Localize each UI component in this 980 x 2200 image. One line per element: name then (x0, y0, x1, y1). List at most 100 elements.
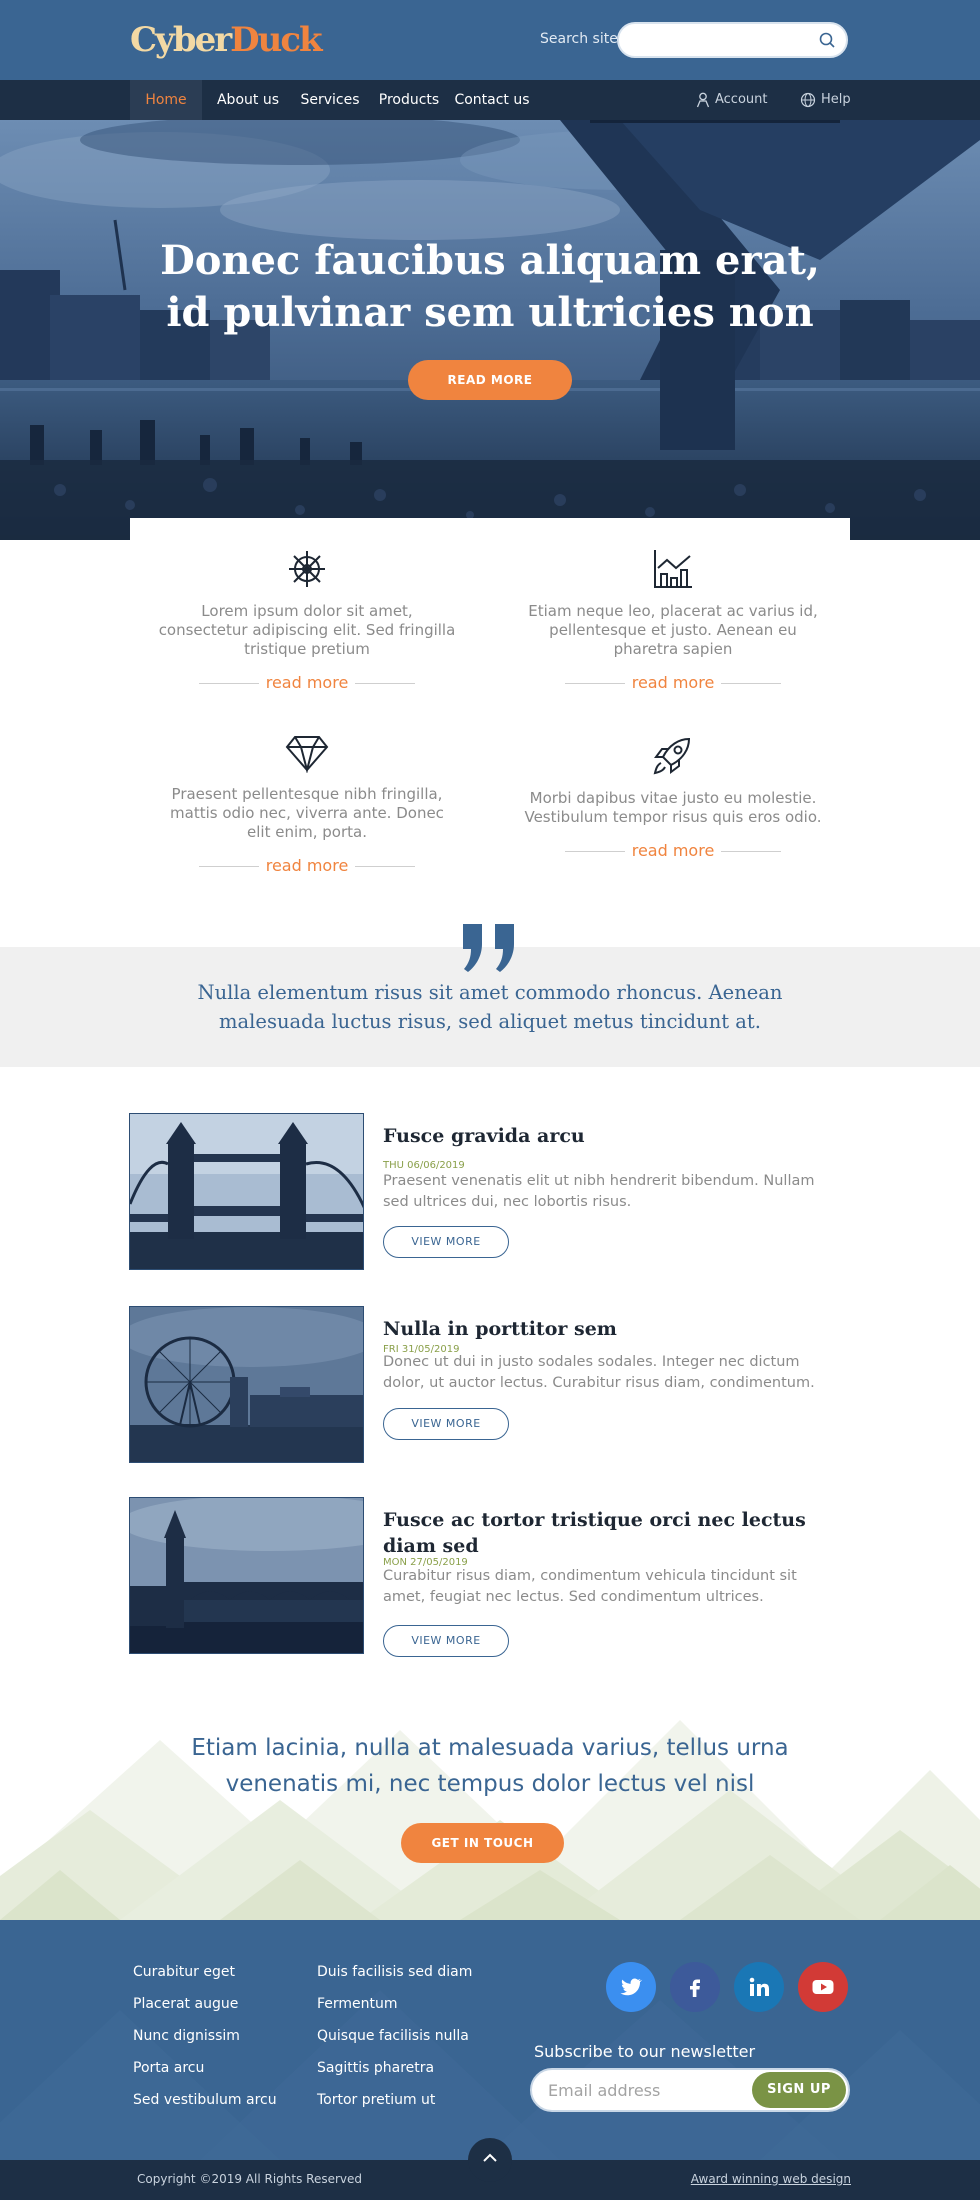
footer-link[interactable]: Porta arcu (133, 2060, 204, 2076)
back-to-top-button[interactable] (468, 2138, 512, 2182)
youtube-icon (812, 1980, 834, 1994)
view-more-button[interactable]: VIEW MORE (383, 1408, 509, 1440)
article-image[interactable] (129, 1497, 364, 1654)
twitter-icon (620, 1978, 643, 1996)
top-header: CyberDuck Search site (0, 0, 980, 80)
linkedin-button[interactable] (734, 1962, 784, 2012)
footer-link[interactable]: Duis facilisis sed diam (317, 1964, 472, 1980)
logo-part-cyber: Cyber (130, 20, 232, 60)
user-icon (696, 92, 710, 107)
footer-link[interactable]: Placerat augue (133, 1996, 238, 2012)
feature-card: Etiam neque leo, placerat ac varius id, … (523, 548, 823, 693)
read-more-row: read more (157, 856, 457, 876)
facebook-button[interactable] (670, 1962, 720, 2012)
search-icon[interactable] (818, 31, 836, 49)
youtube-button[interactable] (798, 1962, 848, 2012)
chevron-up-icon (483, 2153, 497, 2162)
divider (565, 683, 625, 684)
newsletter-form: SIGN UP (530, 2068, 850, 2112)
diamond-icon (285, 736, 329, 773)
quote-icon (463, 924, 514, 972)
article-image[interactable] (129, 1113, 364, 1270)
search-input[interactable] (633, 24, 823, 56)
feature-card: Morbi dapibus vitae justo eu molestie. V… (523, 733, 823, 861)
article-card: Nulla in porttitor sem FRI 31/05/2019 Do… (129, 1306, 849, 1466)
globe-icon (800, 92, 816, 107)
read-more-link[interactable]: read more (632, 673, 715, 692)
read-more-link[interactable]: read more (266, 856, 349, 875)
nav-item-contact-us[interactable]: Contact us (452, 80, 532, 120)
footer-link[interactable]: Quisque facilisis nulla (317, 2028, 469, 2044)
linkedin-icon (749, 1977, 769, 1996)
quote-text: Nulla elementum risus sit amet commodo r… (197, 981, 783, 1033)
london-eye-image (130, 1307, 363, 1462)
divider (355, 683, 415, 684)
footer-link[interactable]: Fermentum (317, 1996, 398, 2012)
sign-up-button[interactable]: SIGN UP (752, 2072, 846, 2108)
footer-link[interactable]: Tortor pretium ut (317, 2092, 435, 2108)
footer-link[interactable]: Sagittis pharetra (317, 2060, 434, 2076)
newsletter-label: Subscribe to our newsletter (534, 2042, 756, 2061)
nav-item-home[interactable]: Home (130, 80, 202, 120)
hero-title-line-2: id pulvinar sem ultricies non (166, 289, 814, 336)
nav-item-products[interactable]: Products (374, 80, 444, 120)
search-box (617, 22, 848, 58)
feature-text: Morbi dapibus vitae justo eu molestie. V… (524, 789, 822, 826)
help-link[interactable]: Help (800, 80, 851, 120)
divider (199, 866, 259, 867)
read-more-link[interactable]: read more (266, 673, 349, 692)
article-card: Fusce ac tortor tristique orci nec lectu… (129, 1497, 849, 1657)
chart-icon (654, 550, 692, 588)
search-label: Search site (540, 31, 618, 47)
cta-text: Etiam lacinia, nulla at malesuada varius… (191, 1735, 789, 1797)
divider (565, 851, 625, 852)
account-link[interactable]: Account (696, 80, 768, 120)
article-description: Praesent venenatis elit ut nibh hendreri… (383, 1173, 815, 1210)
article-title[interactable]: Nulla in porttitor sem (383, 1316, 813, 1342)
email-input[interactable] (548, 2070, 748, 2110)
article-title[interactable]: Fusce gravida arcu (383, 1123, 813, 1149)
read-more-button[interactable]: READ MORE (408, 360, 572, 400)
view-more-button[interactable]: VIEW MORE (383, 1625, 509, 1657)
footer-link[interactable]: Curabitur eget (133, 1964, 235, 1980)
tower-bridge-image (130, 1114, 363, 1269)
feature-card: Lorem ipsum dolor sit amet, consectetur … (157, 548, 457, 693)
hero-title-line-1: Donec faucibus aliquam erat, (160, 237, 820, 284)
main-navigation: Home About us Services Products Contact … (0, 80, 980, 120)
article-description: Curabitur risus diam, condimentum vehicu… (383, 1568, 797, 1605)
call-to-action-section: Etiam lacinia, nulla at malesuada varius… (0, 1660, 980, 1920)
article-image[interactable] (129, 1306, 364, 1463)
nav-item-services[interactable]: Services (296, 80, 364, 120)
nav-item-about-us[interactable]: About us (210, 80, 286, 120)
divider (721, 851, 781, 852)
copyright-text: Copyright ©2019 All Rights Reserved (137, 2172, 363, 2186)
read-more-row: read more (157, 673, 457, 693)
rocket-icon (653, 737, 691, 775)
get-in-touch-button[interactable]: GET IN TOUCH (401, 1823, 564, 1863)
footer-link[interactable]: Nunc dignissim (133, 2028, 240, 2044)
account-label: Account (715, 92, 768, 107)
logo[interactable]: CyberDuck (130, 20, 323, 60)
article-title[interactable]: Fusce ac tortor tristique orci nec lectu… (383, 1507, 813, 1559)
article-card: Fusce gravida arcu THU 06/06/2019 Praese… (129, 1113, 849, 1273)
big-ben-image (130, 1498, 363, 1653)
logo-part-duck: Duck (230, 20, 322, 60)
feature-text: Praesent pellentesque nibh fringilla, ma… (170, 785, 444, 841)
divider (721, 683, 781, 684)
article-date: THU 06/06/2019 (383, 1160, 465, 1171)
facebook-icon (690, 1979, 700, 1997)
features-section: Lorem ipsum dolor sit amet, consectetur … (130, 518, 850, 898)
view-more-button[interactable]: VIEW MORE (383, 1226, 509, 1258)
read-more-row: read more (523, 673, 823, 693)
hero-title: Donec faucibus aliquam erat, id pulvinar… (100, 235, 880, 339)
read-more-link[interactable]: read more (632, 841, 715, 860)
ship-wheel-icon (289, 551, 325, 587)
article-description: Donec ut dui in justo sodales sodales. I… (383, 1354, 815, 1391)
twitter-button[interactable] (606, 1962, 656, 2012)
read-more-row: read more (523, 841, 823, 861)
divider (355, 866, 415, 867)
divider (199, 683, 259, 684)
award-link[interactable]: Award winning web design (691, 2172, 851, 2186)
footer-link[interactable]: Sed vestibulum arcu (133, 2092, 277, 2108)
feature-text: Lorem ipsum dolor sit amet, consectetur … (158, 602, 456, 658)
